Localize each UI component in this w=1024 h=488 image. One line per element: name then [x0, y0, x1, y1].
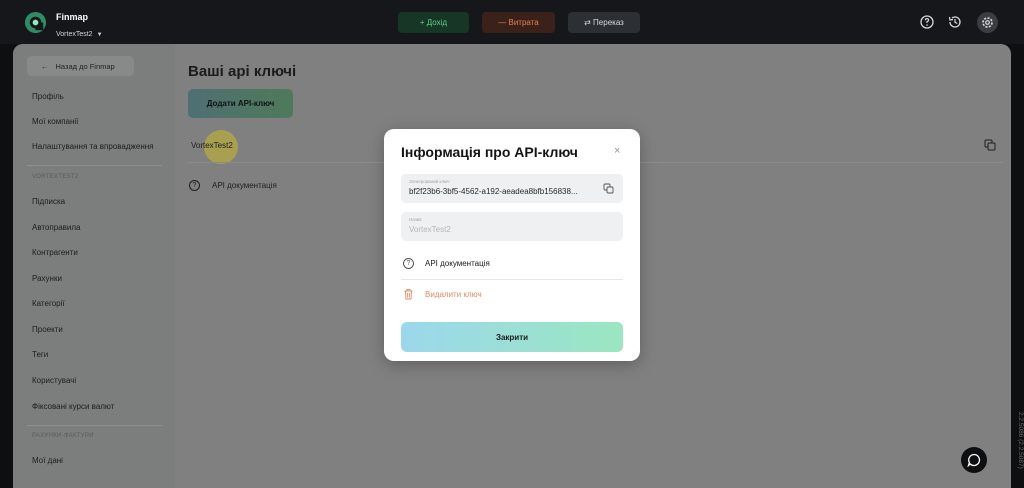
brand-name: Finmap: [56, 12, 89, 22]
sidebar-item-settings[interactable]: Налаштування та впровадження: [32, 142, 154, 151]
question-icon: ?: [189, 180, 200, 191]
generated-key-label: Згенерований ключ: [409, 179, 450, 184]
sidebar-item-accounts[interactable]: Рахунки: [32, 274, 62, 283]
api-documentation-link[interactable]: ? API документація: [189, 180, 277, 191]
gear-icon: [982, 17, 993, 28]
api-key-info-modal: Інформація про API-ключ × Згенерований к…: [384, 129, 640, 361]
question-icon: ?: [403, 258, 414, 269]
page-title: Ваші api ключі: [188, 63, 297, 80]
close-icon[interactable]: ×: [614, 145, 620, 157]
copy-icon[interactable]: [983, 138, 997, 152]
back-label: Назад до Finmap: [55, 61, 115, 71]
generated-key-value: bf2f23b6-3bf5-4562-a192-aeadea8bfb156838…: [409, 187, 578, 196]
api-key-name[interactable]: VortexTest2: [191, 141, 233, 150]
sidebar-item-counterparties[interactable]: Контрагенти: [32, 248, 78, 257]
sidebar-item-profile[interactable]: Профіль: [32, 92, 64, 101]
sidebar-item-categories[interactable]: Категорії: [32, 299, 65, 308]
add-transfer-button[interactable]: ⇄ Переказ: [568, 12, 640, 33]
back-to-finmap-button[interactable]: ← Назад до Finmap: [27, 56, 134, 76]
finmap-logo-icon[interactable]: [24, 11, 47, 34]
sidebar-item-projects[interactable]: Проекти: [32, 325, 63, 334]
add-income-button[interactable]: + Дохід: [398, 12, 469, 33]
sidebar-item-autorules[interactable]: Автоправила: [32, 223, 81, 232]
sidebar-item-my-data[interactable]: Мої дані: [32, 456, 63, 465]
app-version: 2.2.5086 (2.2.5087): [1017, 412, 1024, 469]
modal-divider: [401, 279, 623, 280]
sidebar-section-company: VORTEXTEST2: [32, 174, 79, 180]
chat-button[interactable]: [961, 447, 987, 473]
delete-key-button[interactable]: Видалити ключ: [403, 288, 482, 300]
sidebar-item-fixed-rates[interactable]: Фіксовані курси валют: [32, 402, 114, 411]
sidebar-item-tags[interactable]: Теги: [32, 350, 48, 359]
caret-down-icon: ▼: [96, 32, 103, 38]
sidebar-item-users[interactable]: Користувачі: [32, 376, 76, 385]
account-switcher[interactable]: Finmap VortexTest2 ▼: [56, 12, 103, 41]
sidebar-item-subscription[interactable]: Підписка: [32, 197, 65, 206]
add-api-key-button[interactable]: Додати API-ключ: [188, 89, 293, 118]
modal-api-documentation-link[interactable]: ? API документація: [403, 258, 490, 269]
key-name-field[interactable]: Назва VortexTest2: [401, 212, 623, 241]
account-name: VortexTest2: [56, 31, 93, 38]
key-name-value: VortexTest2: [409, 225, 451, 234]
modal-api-documentation-label: API документація: [425, 259, 490, 268]
arrow-left-icon: ←: [41, 61, 49, 71]
close-button[interactable]: Закрити: [401, 322, 623, 352]
generated-key-field[interactable]: Згенерований ключ bf2f23b6-3bf5-4562-a19…: [401, 174, 623, 203]
chat-bubble-icon: [967, 453, 981, 467]
settings-button[interactable]: [977, 12, 998, 33]
add-expense-button[interactable]: — Витрата: [482, 12, 555, 33]
top-bar: Finmap VortexTest2 ▼ + Дохід — Витрата ⇄ …: [0, 0, 1024, 44]
copy-icon[interactable]: [603, 183, 614, 194]
sidebar: ← Назад до Finmap Профіль Мої компанії Н…: [13, 44, 175, 488]
sidebar-divider: [27, 165, 162, 166]
modal-title: Інформація про API-ключ: [401, 144, 578, 160]
delete-key-label: Видалити ключ: [425, 289, 482, 299]
help-icon[interactable]: [919, 14, 935, 30]
sidebar-divider: [27, 425, 162, 426]
api-documentation-label: API документація: [212, 181, 277, 190]
trash-icon: [404, 289, 413, 300]
sidebar-item-companies[interactable]: Мої компанії: [32, 117, 78, 126]
key-name-label: Назва: [409, 217, 422, 222]
sidebar-section-invoices: РАХУНКИ-ФАКТУРИ: [32, 433, 94, 439]
history-icon[interactable]: [947, 14, 963, 30]
